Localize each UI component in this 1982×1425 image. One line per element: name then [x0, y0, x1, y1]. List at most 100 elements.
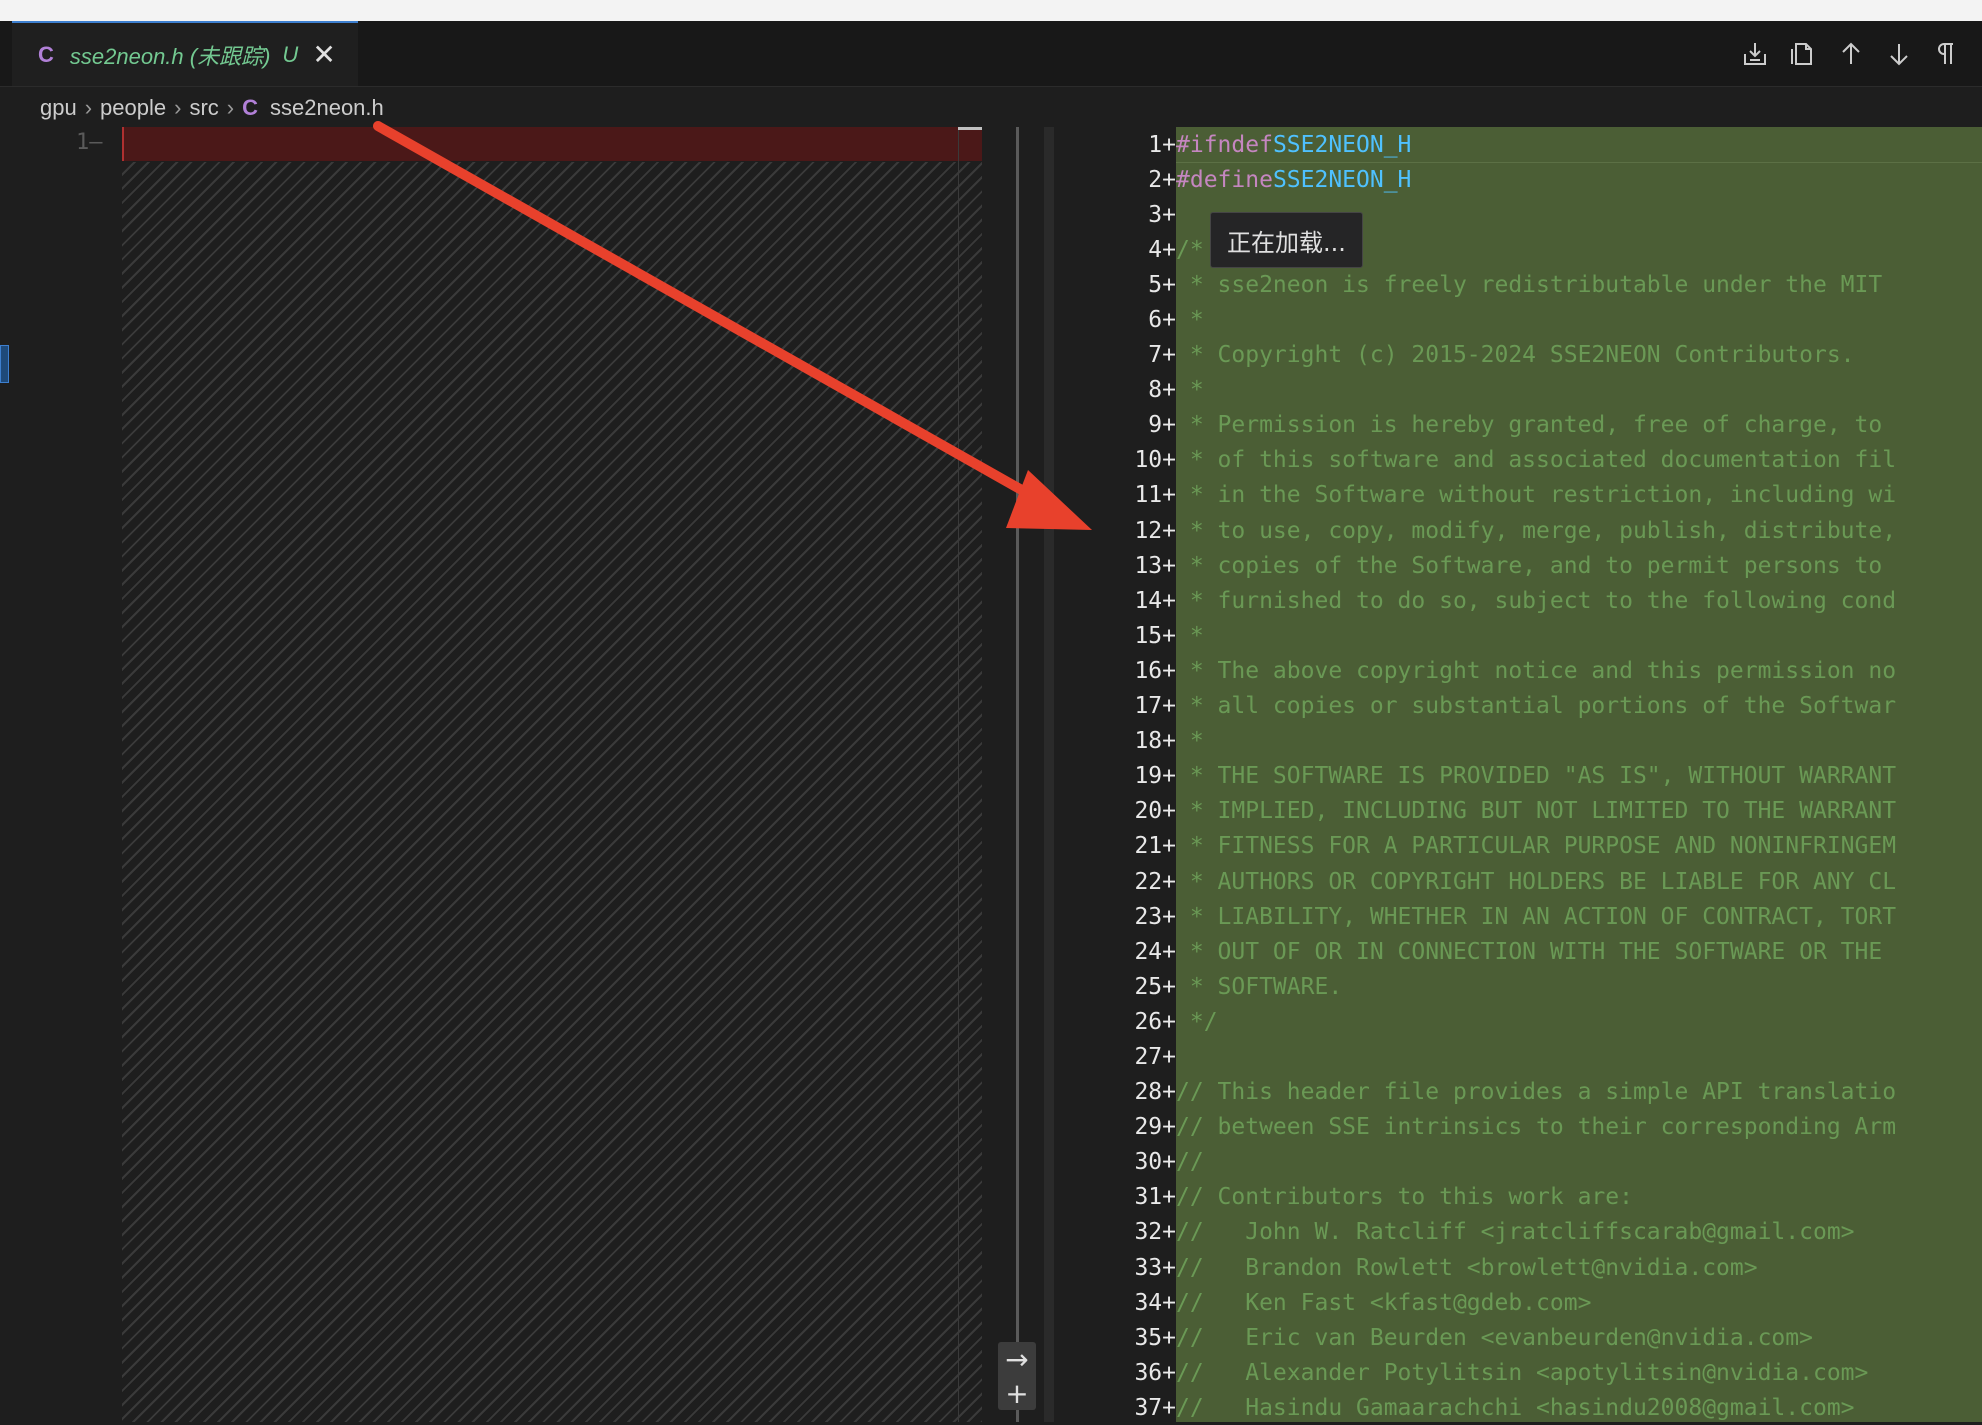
revert-change-control[interactable]: → +	[998, 1342, 1036, 1410]
line-number: 22+	[1134, 868, 1176, 895]
breadcrumb-item-file[interactable]: sse2neon.h	[270, 95, 384, 121]
code-line: * to use, copy, modify, merge, publish, …	[1176, 517, 1897, 544]
line-number: 9+	[1148, 412, 1176, 439]
tab-sse2neon-diff[interactable]: C sse2neon.h (未跟踪) U ✕	[12, 21, 358, 86]
code-line: // Contributors to this work are:	[1176, 1184, 1633, 1211]
line-number: 26+	[1134, 1008, 1176, 1035]
line-number: 35+	[1134, 1324, 1176, 1351]
code-line: // Ken Fast <kfast@gdeb.com>	[1176, 1289, 1592, 1316]
line-number: 16+	[1134, 657, 1176, 684]
previous-change-icon[interactable]	[1834, 37, 1868, 71]
line-number: 20+	[1134, 798, 1176, 825]
line-number: 33+	[1134, 1254, 1176, 1281]
chevron-right-icon: ›	[174, 95, 182, 120]
empty-original-region	[122, 162, 982, 1422]
toggle-whitespace-icon[interactable]	[1930, 37, 1964, 71]
line-number: 5+	[1148, 271, 1176, 298]
code-line: #define SSE2NEON_H	[1176, 162, 1982, 197]
chevron-right-icon: ›	[84, 95, 93, 120]
line-number: 1+	[1148, 131, 1176, 158]
line-number: 8+	[1148, 377, 1176, 404]
code-line: * of this software and associated docume…	[1176, 447, 1897, 474]
line-number: 34+	[1134, 1289, 1176, 1316]
editor-tab-bar: C sse2neon.h (未跟踪) U ✕	[0, 21, 1982, 87]
line-number: 18+	[1134, 728, 1176, 755]
code-line: */	[1176, 1008, 1218, 1035]
code-line: * IMPLIED, INCLUDING BUT NOT LIMITED TO …	[1176, 798, 1897, 825]
breadcrumb-item-people[interactable]: people	[100, 95, 166, 121]
line-number-gutter: 1+ 2+ 3+ 4+ 5+ 6+ 7+ 8+ 9+ 10+ 11+ 12+ 13+ 14+ 15+ 16+ 1…	[1090, 127, 1176, 1425]
line-number: 21+	[1134, 833, 1176, 860]
line-number: 14+	[1134, 587, 1176, 614]
line-number: 32+	[1134, 1219, 1176, 1246]
add-icon[interactable]: +	[998, 1376, 1036, 1410]
c-file-icon: C	[242, 95, 258, 120]
left-scrollbar[interactable]	[958, 127, 983, 1422]
overview-ruler	[1044, 127, 1054, 1422]
breadcrumb: gpu › people › src › C sse2neon.h	[40, 92, 384, 124]
current-line-highlight	[1176, 127, 1982, 163]
line-number: 19+	[1134, 763, 1176, 790]
line-number: 3+	[1148, 201, 1176, 228]
code-line: *	[1176, 728, 1204, 755]
line-number: 4+	[1148, 236, 1176, 263]
line-number: 30+	[1134, 1149, 1176, 1176]
breadcrumb-item-src[interactable]: src	[189, 95, 218, 121]
line-number: 28+	[1134, 1079, 1176, 1106]
code-line: * OUT OF OR IN CONNECTION WITH THE SOFTW…	[1176, 938, 1883, 965]
line-number: 2+	[1148, 166, 1176, 193]
code-line: * SOFTWARE.	[1176, 973, 1343, 1000]
code-line: * The above copyright notice and this pe…	[1176, 657, 1897, 684]
breadcrumb-item-gpu[interactable]: gpu	[40, 95, 77, 121]
left-scrollbar-thumb[interactable]	[958, 127, 982, 130]
line-number: 24+	[1134, 938, 1176, 965]
diff-sash[interactable]	[1016, 127, 1019, 1422]
code-line: * all copies or substantial portions of …	[1176, 693, 1897, 720]
code-line: //	[1176, 1149, 1204, 1176]
chevron-right-icon: ›	[226, 95, 235, 120]
next-change-icon[interactable]	[1882, 37, 1916, 71]
code-line: // Brandon Rowlett <browlett@nvidia.com>	[1176, 1254, 1758, 1281]
code-line: *	[1176, 622, 1204, 649]
line-number: 15+	[1134, 622, 1176, 649]
line-number: 23+	[1134, 903, 1176, 930]
code-line: * sse2neon is freely redistributable und…	[1176, 271, 1883, 298]
code-line: * Copyright (c) 2015-2024 SSE2NEON Contr…	[1176, 342, 1855, 369]
code-line: * LIABILITY, WHETHER IN AN ACTION OF CON…	[1176, 903, 1897, 930]
line-number: 11+	[1134, 482, 1176, 509]
code-line: // This header file provides a simple AP…	[1176, 1079, 1897, 1106]
close-tab-icon[interactable]: ✕	[312, 40, 335, 69]
revert-arrow-icon[interactable]: →	[998, 1342, 1036, 1376]
editor-actions	[1738, 21, 1982, 86]
modified-editor[interactable]: 1+ 2+ 3+ 4+ 5+ 6+ 7+ 8+ 9+ 10+ 11+ 12+ 13+ 14+ 15+ 16+ 1…	[1090, 127, 1982, 1422]
preprocessor-keyword: #define	[1176, 166, 1273, 193]
code-line: // John W. Ratcliff <jratcliffscarab@gma…	[1176, 1219, 1855, 1246]
line-number: 6+	[1148, 307, 1176, 334]
line-number: 27+	[1134, 1043, 1176, 1070]
stage-changes-icon[interactable]	[1738, 37, 1772, 71]
line-number: 12+	[1134, 517, 1176, 544]
code-line: // Eric van Beurden <evanbeurden@nvidia.…	[1176, 1324, 1813, 1351]
code-line: * furnished to do so, subject to the fol…	[1176, 587, 1897, 614]
loading-tooltip: 正在加载...	[1210, 212, 1363, 268]
code-line: * FITNESS FOR A PARTICULAR PURPOSE AND N…	[1176, 833, 1897, 860]
line-number: 36+	[1134, 1359, 1176, 1386]
untracked-badge: U	[282, 41, 299, 67]
line-number: 7+	[1148, 342, 1176, 369]
code-line: * AUTHORS OR COPYRIGHT HOLDERS BE LIABLE…	[1176, 868, 1897, 895]
line-number: 13+	[1134, 552, 1176, 579]
code-line: *	[1176, 377, 1204, 404]
code-line: // Alexander Potylitsin <apotylitsin@nvi…	[1176, 1359, 1869, 1386]
macro-name: SSE2NEON_H	[1272, 166, 1412, 193]
code-area[interactable]: #ifndef SSE2NEON_H #define SSE2NEON_H/* *…	[1176, 127, 1982, 1422]
line-number: 29+	[1134, 1114, 1176, 1141]
code-line: // between SSE intrinsics to their corre…	[1176, 1114, 1897, 1141]
tab-title: sse2neon.h (未跟踪)	[69, 43, 271, 69]
open-file-icon[interactable]	[1786, 37, 1820, 71]
code-line: * in the Software without restriction, i…	[1176, 482, 1897, 509]
activity-indicator	[0, 345, 9, 383]
code-line: *	[1176, 307, 1204, 334]
removed-line-highlight	[122, 127, 982, 161]
line-number: 31+	[1134, 1184, 1176, 1211]
